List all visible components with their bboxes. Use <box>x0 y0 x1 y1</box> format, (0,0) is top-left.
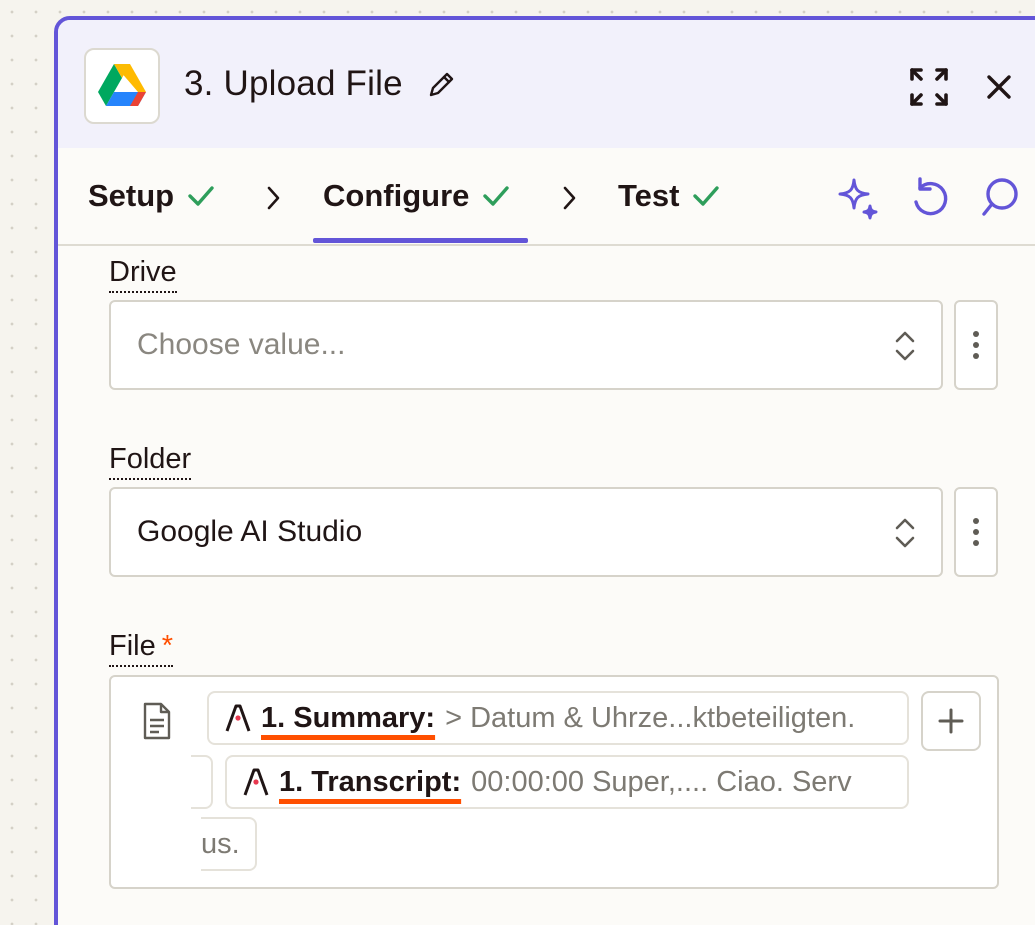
overflow-text: us. <box>201 827 240 860</box>
chevron-right-icon <box>264 184 282 217</box>
summary-pill[interactable]: 1. Summary: > Datum & Uhrze...ktbeteilig… <box>207 691 909 745</box>
folder-label: Folder <box>109 443 192 480</box>
pill-value: > Datum & Uhrze...ktbeteiligten. <box>445 701 856 734</box>
drive-select[interactable]: Choose value... <box>109 300 943 390</box>
overflow-pill: us. <box>201 817 257 871</box>
tab-test[interactable]: Test <box>618 178 721 214</box>
required-marker: * <box>161 630 174 662</box>
clipped-pill <box>191 755 213 809</box>
folder-select[interactable]: Google AI Studio <box>109 487 943 577</box>
transcript-pill[interactable]: 1. Transcript: 00:00:00 Super,.... Ciao.… <box>225 755 909 809</box>
close-icon[interactable] <box>984 72 1014 107</box>
check-icon <box>693 186 720 206</box>
add-value-button[interactable] <box>921 691 981 751</box>
tab-configure[interactable]: Configure <box>323 178 511 214</box>
file-label: File * <box>109 630 174 667</box>
active-tab-indicator <box>313 238 528 243</box>
chevron-up-down-icon <box>893 328 917 369</box>
step-panel: 3. Upload File Setup Configure Test Driv… <box>54 16 1035 925</box>
tab-label: Setup <box>88 178 175 213</box>
pill-value: 00:00:00 Super,.... Ciao. Serv <box>471 765 852 798</box>
check-icon <box>188 186 214 206</box>
more-vertical-icon <box>973 331 979 359</box>
step-tabs: Setup Configure Test <box>58 148 1035 246</box>
drive-more-button[interactable] <box>954 300 998 390</box>
file-input[interactable]: 1. Summary: > Datum & Uhrze...ktbeteilig… <box>109 675 999 889</box>
google-drive-icon <box>98 64 146 106</box>
expand-icon[interactable] <box>908 66 950 113</box>
check-icon <box>483 186 510 206</box>
step-title: 3. Upload File <box>184 64 403 103</box>
plus-icon <box>938 708 964 734</box>
document-icon <box>141 701 173 746</box>
chevron-right-icon <box>560 184 578 217</box>
ai-app-icon <box>243 768 269 796</box>
sparkle-icon[interactable] <box>836 176 882 227</box>
folder-select-value: Google AI Studio <box>137 515 363 548</box>
pill-name: 1. Transcript: <box>279 765 462 798</box>
tab-setup[interactable]: Setup <box>88 178 216 214</box>
edit-pencil-icon[interactable] <box>426 70 456 105</box>
file-label-text: File <box>109 630 156 662</box>
app-logo <box>84 48 160 124</box>
drive-select-placeholder: Choose value... <box>137 328 346 361</box>
undo-icon[interactable] <box>910 176 950 225</box>
pill-name: 1. Summary: <box>261 701 436 734</box>
drive-label: Drive <box>109 256 177 293</box>
folder-more-button[interactable] <box>954 487 998 577</box>
comment-search-icon[interactable] <box>980 176 1020 225</box>
more-vertical-icon <box>973 518 979 546</box>
step-header: 3. Upload File <box>58 20 1035 148</box>
ai-app-icon <box>225 704 251 732</box>
chevron-up-down-icon <box>893 515 917 556</box>
tab-label: Configure <box>323 178 470 213</box>
tab-label: Test <box>618 178 680 213</box>
